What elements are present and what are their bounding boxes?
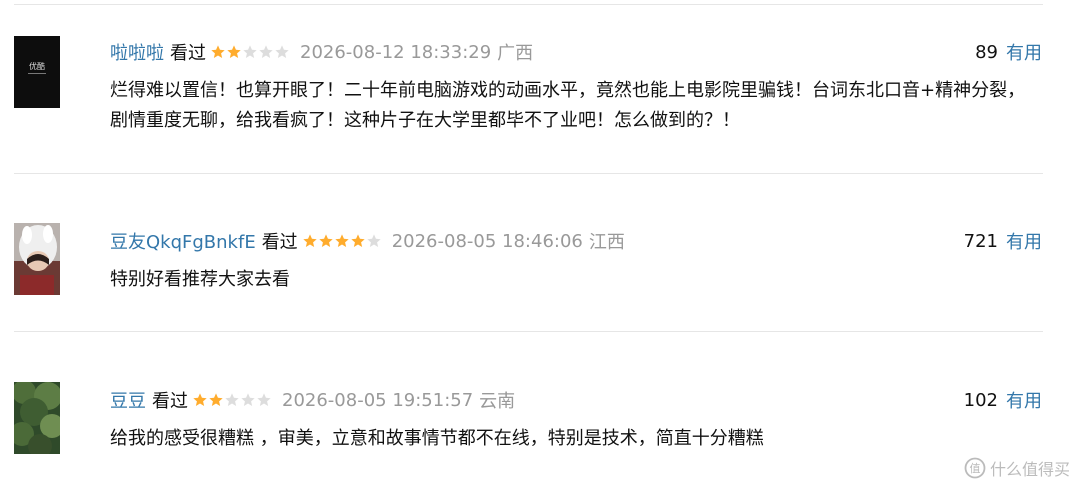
watch-status: 看过 bbox=[170, 43, 206, 64]
author-link[interactable]: 豆友QkqFgBnkfE bbox=[110, 228, 256, 254]
vote-area: 721 有用 bbox=[964, 228, 1042, 254]
star-filled-icon bbox=[335, 234, 349, 247]
vote-count: 89 bbox=[975, 41, 998, 63]
watch-status: 看过 bbox=[152, 391, 188, 412]
review-time: 2026-08-05 18:46:06 bbox=[391, 230, 583, 252]
review-region: 云南 bbox=[479, 391, 516, 412]
review-content: 烂得难以置信！也算开眼了！二十年前电脑游戏的动画水平，竟然也能上电影院里骗钱！台… bbox=[110, 80, 1026, 131]
review-content: 给我的感受很糟糕 ，审美，立意和故事情节都不在线，特别是技术，简直十分糟糕 bbox=[110, 428, 764, 449]
review-meta: 豆友QkqFgBnkfE 看过 2026-08-05 18:46:06 江西 bbox=[110, 228, 625, 254]
rating-stars bbox=[210, 44, 290, 60]
review-meta: 豆豆 看过 2026-08-05 19:51:57 云南 bbox=[110, 387, 515, 413]
star-filled-icon bbox=[319, 234, 333, 247]
star-empty-icon bbox=[243, 45, 257, 58]
review-time: 2026-08-12 18:33:29 bbox=[300, 41, 492, 63]
review-meta: 啦啦啦 看过 2026-08-12 18:33:29 广西 bbox=[110, 39, 533, 65]
star-filled-icon bbox=[209, 393, 223, 406]
watermark-text: 什么值得买 bbox=[989, 460, 1070, 479]
review-region: 广西 bbox=[497, 43, 534, 64]
user-avatar[interactable] bbox=[14, 223, 60, 295]
review-time: 2026-08-05 19:51:57 bbox=[282, 389, 474, 411]
star-filled-icon bbox=[303, 234, 317, 247]
user-avatar[interactable]: 优酷 bbox=[14, 36, 60, 108]
rating-stars bbox=[192, 392, 272, 408]
vote-count: 721 bbox=[963, 230, 998, 252]
star-empty-icon bbox=[259, 45, 273, 58]
avatar-image bbox=[14, 382, 60, 454]
watch-status: 看过 bbox=[261, 232, 298, 253]
user-avatar[interactable] bbox=[14, 382, 60, 454]
avatar-image bbox=[14, 223, 60, 295]
star-empty-icon bbox=[225, 393, 239, 406]
author-link[interactable]: 啦啦啦 bbox=[110, 39, 164, 65]
useful-button[interactable]: 有用 bbox=[1006, 39, 1042, 65]
star-filled-icon bbox=[351, 234, 365, 247]
svg-text:值: 值 bbox=[969, 462, 980, 475]
avatar-logo-text: 优酷 bbox=[29, 61, 45, 71]
useful-button[interactable]: 有用 bbox=[1006, 228, 1042, 254]
vote-area: 89 有用 bbox=[975, 39, 1042, 65]
rating-stars bbox=[302, 233, 382, 249]
divider bbox=[14, 331, 1043, 332]
smzdm-logo-icon: 值 bbox=[964, 457, 986, 479]
author-link[interactable]: 豆豆 bbox=[110, 387, 146, 413]
star-filled-icon bbox=[211, 45, 225, 58]
useful-button[interactable]: 有用 bbox=[1006, 387, 1042, 413]
vote-count: 102 bbox=[963, 389, 998, 411]
star-empty-icon bbox=[367, 234, 381, 247]
star-empty-icon bbox=[241, 393, 255, 406]
review-content: 特别好看推荐大家去看 bbox=[110, 269, 290, 290]
star-filled-icon bbox=[193, 393, 207, 406]
avatar-image: 优酷 bbox=[14, 36, 60, 108]
divider bbox=[14, 173, 1043, 174]
star-empty-icon bbox=[275, 45, 289, 58]
star-empty-icon bbox=[257, 393, 271, 406]
review-region: 江西 bbox=[588, 232, 625, 253]
vote-area: 102 有用 bbox=[964, 387, 1042, 413]
watermark: 值 什么值得买 bbox=[964, 456, 1070, 480]
star-filled-icon bbox=[227, 45, 241, 58]
divider-top bbox=[14, 4, 1043, 5]
